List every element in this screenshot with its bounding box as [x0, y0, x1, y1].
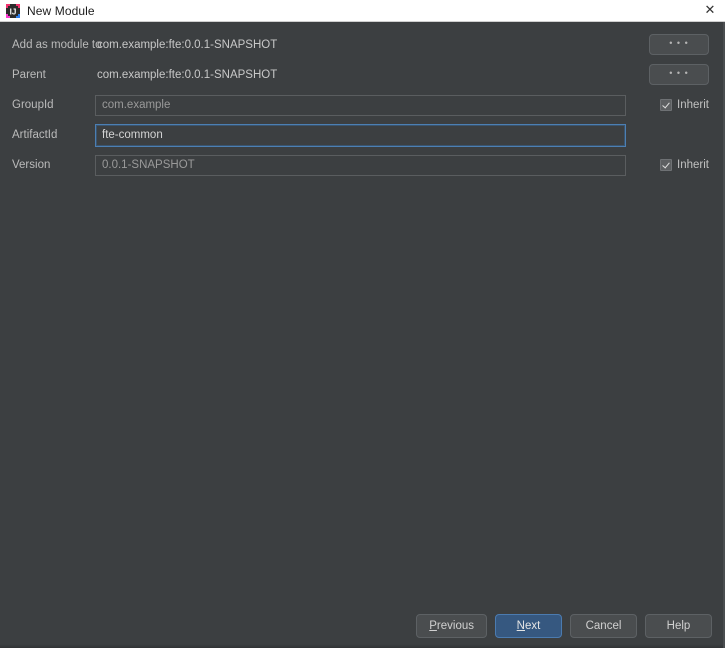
version-inherit-checkbox[interactable]: Inherit	[660, 159, 709, 171]
row-groupid: GroupId com.example Inherit	[0, 90, 723, 120]
row-add-as-module-to: Add as module to com.example:fte:0.0.1-S…	[0, 30, 723, 60]
cancel-label: Cancel	[585, 620, 622, 632]
intellij-idea-icon: IJ	[5, 3, 21, 19]
dialog-titlebar: IJ New Module ✕	[0, 0, 725, 22]
label-groupid: GroupId	[12, 99, 54, 111]
dialog-content: Add as module to com.example:fte:0.0.1-S…	[0, 22, 725, 648]
previous-label-after: revious	[436, 620, 474, 632]
dialog-title: New Module	[27, 3, 95, 18]
cancel-button[interactable]: Cancel	[570, 614, 637, 638]
groupid-inherit-label: Inherit	[677, 99, 709, 111]
svg-text:IJ: IJ	[10, 7, 17, 16]
next-button[interactable]: Next	[495, 614, 562, 638]
ellipsis-icon: • • •	[669, 38, 689, 48]
checkbox-checked-icon	[660, 159, 673, 171]
browse-parent-button[interactable]: • • •	[649, 64, 709, 85]
label-parent: Parent	[12, 69, 46, 81]
previous-label-mnemonic: P	[429, 620, 437, 632]
row-artifactid: ArtifactId fte-common	[0, 120, 723, 150]
version-input[interactable]: 0.0.1-SNAPSHOT	[95, 154, 626, 176]
browse-add-as-module-to-button[interactable]: • • •	[649, 34, 709, 55]
row-parent: Parent com.example:fte:0.0.1-SNAPSHOT • …	[0, 60, 723, 90]
label-version: Version	[12, 159, 51, 171]
value-parent: com.example:fte:0.0.1-SNAPSHOT	[97, 69, 278, 81]
groupid-inherit-checkbox[interactable]: Inherit	[660, 99, 709, 111]
ellipsis-icon: • • •	[669, 68, 689, 78]
dialog-button-bar: Previous Next Cancel Help	[416, 614, 712, 638]
version-inherit-label: Inherit	[677, 159, 709, 171]
checkbox-checked-icon	[660, 99, 673, 111]
previous-button[interactable]: Previous	[416, 614, 487, 638]
label-add-as-module-to: Add as module to	[12, 39, 102, 51]
window-bottom-edge	[0, 644, 723, 648]
module-coordinates-form: Add as module to com.example:fte:0.0.1-S…	[0, 22, 723, 180]
value-add-as-module-to: com.example:fte:0.0.1-SNAPSHOT	[97, 39, 278, 51]
next-label-after: ext	[524, 620, 541, 632]
artifactid-input[interactable]: fte-common	[95, 123, 626, 147]
label-artifactid: ArtifactId	[12, 129, 58, 141]
groupid-input[interactable]: com.example	[95, 94, 626, 116]
help-button[interactable]: Help	[645, 614, 712, 638]
next-label-mnemonic: N	[516, 620, 525, 632]
close-icon[interactable]: ✕	[695, 0, 725, 21]
row-version: Version 0.0.1-SNAPSHOT Inherit	[0, 150, 723, 180]
help-label: Help	[666, 620, 691, 632]
new-module-dialog: IJ New Module ✕ Add as module to com.exa…	[0, 0, 725, 648]
